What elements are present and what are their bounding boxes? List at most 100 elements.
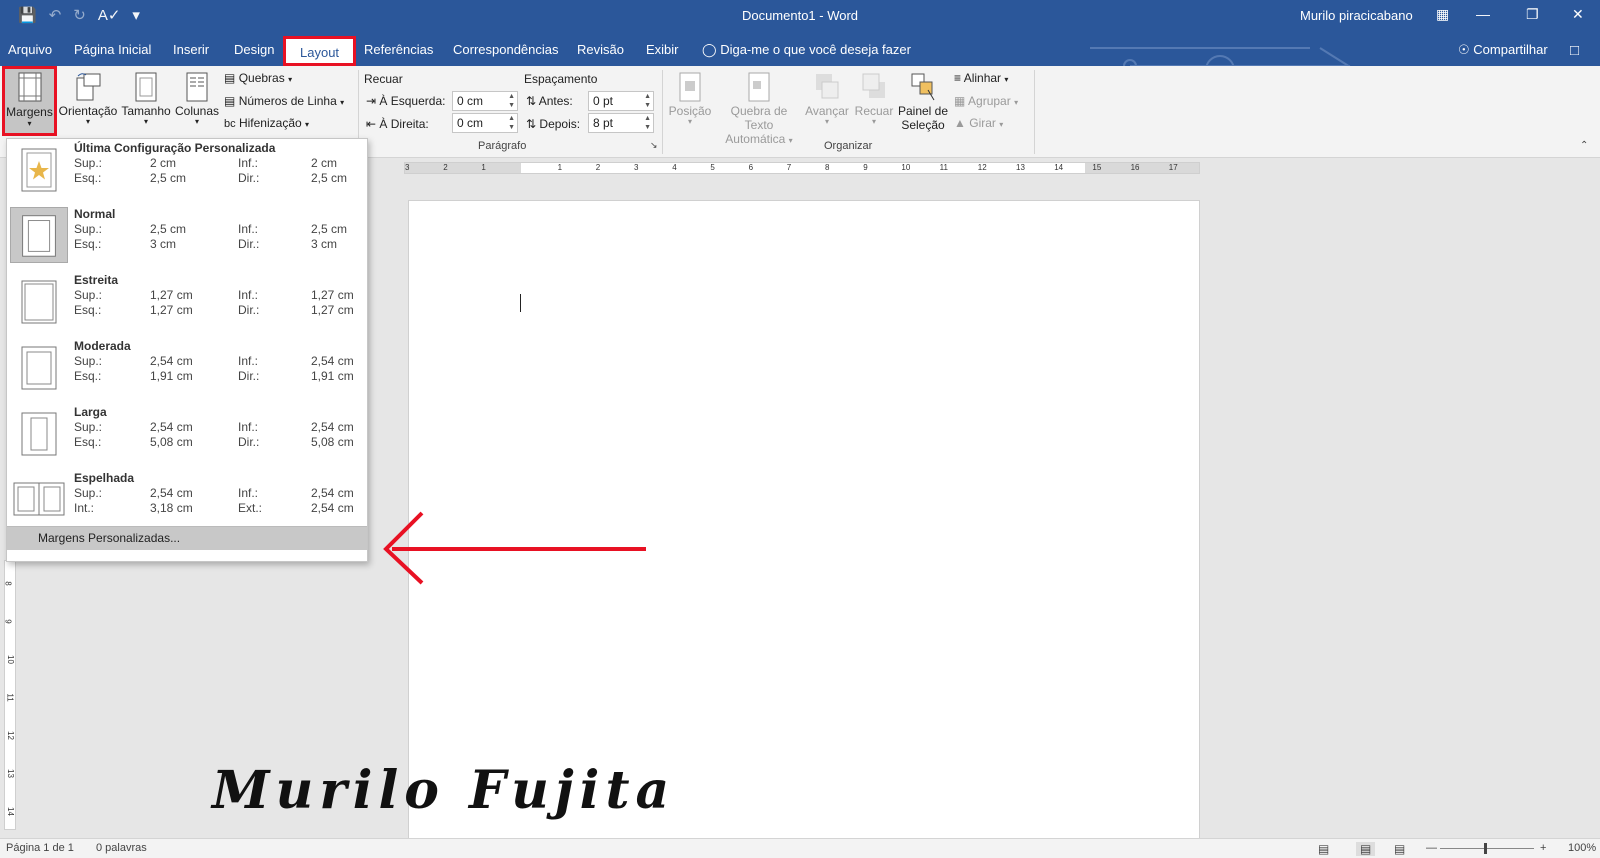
caret-icon: ▾ [194, 117, 199, 126]
tab-design[interactable]: Design [234, 42, 274, 57]
wide-margin-icon [21, 412, 57, 456]
ruler-number: 10 [901, 163, 911, 172]
agrupar-button[interactable]: ▦ Agrupar ▾ [954, 94, 1018, 108]
align-icon: ≡ [954, 71, 962, 85]
ruler-number: 2 [595, 163, 601, 172]
send-backward-icon [862, 73, 885, 98]
tab-arquivo[interactable]: Arquivo [8, 42, 52, 57]
ruler-number: 17 [1168, 163, 1178, 172]
value-inf: 2,54 cm [311, 420, 354, 434]
margin-option-espelhada[interactable]: Espelhada Sup.: 2,54 cm Inf.: 2,54 cm In… [9, 469, 365, 531]
spin-arrows-icon[interactable]: ▲ ▼ [644, 92, 651, 110]
margin-option-ultima[interactable]: Última Configuração Personalizada Sup.: … [9, 139, 365, 201]
normal-margin-icon [10, 207, 68, 263]
print-layout-icon[interactable]: ▤ [1356, 842, 1376, 856]
custom-margins-item[interactable]: Margens Personalizadas... [7, 526, 367, 550]
tell-me-search[interactable]: ◯ Diga-me o que você deseja fazer [702, 42, 911, 58]
tab-layout[interactable]: Layout [283, 36, 357, 66]
tab-exibir[interactable]: Exibir [646, 42, 679, 57]
ruler-number: 3 [405, 163, 410, 172]
person-icon: ☉ [1458, 42, 1470, 57]
vertical-ruler[interactable]: 8 9 10 11 12 13 14 [4, 560, 16, 830]
tell-me-label: Diga-me o que você deseja fazer [720, 42, 911, 57]
margin-option-normal[interactable]: Normal Sup.: 2,5 cm Inf.: 2,5 cm Esq.: 3… [9, 205, 365, 267]
caret-icon: ▾ [1004, 75, 1009, 84]
margin-option-name: Larga [74, 405, 107, 419]
value-sup: 1,27 cm [150, 288, 193, 302]
espaco-depois-input[interactable]: 8 pt ▲ ▼ [588, 113, 654, 133]
vertical-ruler-number: 10 [5, 655, 15, 664]
page-count[interactable]: Página 1 de 1 [6, 842, 74, 854]
numeros-linha-button[interactable]: ▤ Números de Linha ▾ [224, 94, 344, 108]
margin-option-moderada[interactable]: Moderada Sup.: 2,54 cm Inf.: 2,54 cm Esq… [9, 337, 365, 399]
tab-revisao[interactable]: Revisão [577, 42, 624, 57]
hifenizacao-button[interactable]: bc Hifenização ▾ [224, 116, 309, 130]
label-ext: Ext.: [238, 501, 263, 515]
spin-arrows-icon[interactable]: ▲ ▼ [508, 114, 515, 132]
vertical-ruler-number: 12 [5, 731, 15, 740]
label-esq: Esq.: [74, 171, 102, 185]
recuo-direita-input[interactable]: 0 cm ▲ ▼ [452, 113, 518, 133]
hyphenation-icon: bc [224, 118, 236, 130]
spin-arrows-icon[interactable]: ▲ ▼ [644, 114, 651, 132]
alinhar-button[interactable]: ≡ Alinhar ▾ [954, 71, 1008, 85]
ribbon-display-options-icon[interactable]: ▦ [1436, 6, 1449, 23]
label-esq: Esq.: [74, 369, 102, 383]
close-icon[interactable]: ✕ [1572, 6, 1584, 23]
avancar-button[interactable]: Avançar ▾ [804, 70, 850, 126]
margin-option-name: Estreita [74, 273, 119, 287]
minimize-icon[interactable]: — [1476, 6, 1490, 22]
paragrafo-group-label: Parágrafo [478, 140, 527, 152]
custom-margin-star-icon [21, 148, 57, 192]
zoom-level[interactable]: 100% [1568, 842, 1596, 854]
quebra-texto-button[interactable]: Quebra de Texto Automática ▾ [716, 70, 802, 146]
value-esq: 3 cm [150, 237, 177, 251]
colunas-button[interactable]: Colunas ▾ [174, 70, 220, 126]
posicao-button[interactable]: Posição ▾ [666, 70, 714, 126]
share-button[interactable]: ☉ Compartilhar [1458, 42, 1548, 58]
selection-pane-icon [911, 73, 935, 101]
girar-button[interactable]: ▲ Girar ▾ [954, 116, 1003, 130]
spin-arrows-icon[interactable]: ▲ ▼ [508, 92, 515, 110]
collapse-ribbon-icon[interactable]: ⌃ [1580, 140, 1588, 151]
author-signature: Murilo Fujita [212, 760, 676, 821]
word-count[interactable]: 0 palavras [96, 842, 147, 854]
orientacao-button[interactable]: Orientação ▾ [58, 70, 118, 126]
value-sup: 2 cm [150, 156, 177, 170]
avancar-label: Avançar [805, 104, 849, 118]
espaco-antes-input[interactable]: 0 pt ▲ ▼ [588, 91, 654, 111]
dialog-launcher-icon[interactable]: ↘ [650, 140, 658, 151]
restore-icon[interactable]: ❐ [1526, 6, 1539, 23]
margin-option-estreita[interactable]: Estreita Sup.: 1,27 cm Inf.: 1,27 cm Esq… [9, 271, 365, 333]
tamanho-button[interactable]: Tamanho ▾ [120, 70, 172, 126]
tab-correspondencias[interactable]: Correspondências [453, 42, 559, 57]
value-inf: 2,5 cm [311, 222, 348, 236]
comments-icon[interactable]: □ [1570, 42, 1579, 59]
indent-right-icon: ⇤ [366, 117, 377, 131]
ruler-number: 16 [1130, 163, 1140, 172]
margin-option-larga[interactable]: Larga Sup.: 2,54 cm Inf.: 2,54 cm Esq.: … [9, 403, 365, 465]
label-sup: Sup.: [74, 156, 103, 170]
web-layout-icon[interactable]: ▤ [1394, 842, 1405, 856]
value-dir: 5,08 cm [311, 435, 354, 449]
margens-button[interactable]: Margens ▾ [2, 66, 57, 136]
horizontal-ruler[interactable]: 3 2 1 1 2 3 4 5 6 7 8 9 10 11 12 13 14 15 16 17 [404, 162, 1200, 174]
tab-pagina-inicial[interactable]: Página Inicial [74, 42, 151, 57]
quebras-button[interactable]: ▤ Quebras ▾ [224, 71, 292, 85]
ruler-number: 5 [710, 163, 715, 172]
user-name[interactable]: Murilo piracicabano [1300, 8, 1413, 23]
value-ext: 2,54 cm [311, 501, 354, 515]
tab-referencias[interactable]: Referências [364, 42, 433, 57]
tab-inserir[interactable]: Inserir [173, 42, 209, 57]
read-mode-icon[interactable]: ▤ [1318, 842, 1329, 856]
text-cursor [520, 294, 521, 312]
zoom-in-icon[interactable]: + [1540, 842, 1546, 854]
value-dir: 1,27 cm [311, 303, 354, 317]
zoom-out-icon[interactable]: — [1426, 842, 1437, 854]
painel-selecao-button[interactable]: Painel de Seleção [896, 70, 950, 132]
recuar-org-button[interactable]: Recuar ▾ [852, 70, 896, 126]
zoom-slider[interactable] [1440, 848, 1534, 849]
zoom-slider-thumb[interactable] [1484, 843, 1487, 854]
recuo-esquerda-input[interactable]: 0 cm ▲ ▼ [452, 91, 518, 111]
ruler-margin-right [1085, 163, 1199, 173]
